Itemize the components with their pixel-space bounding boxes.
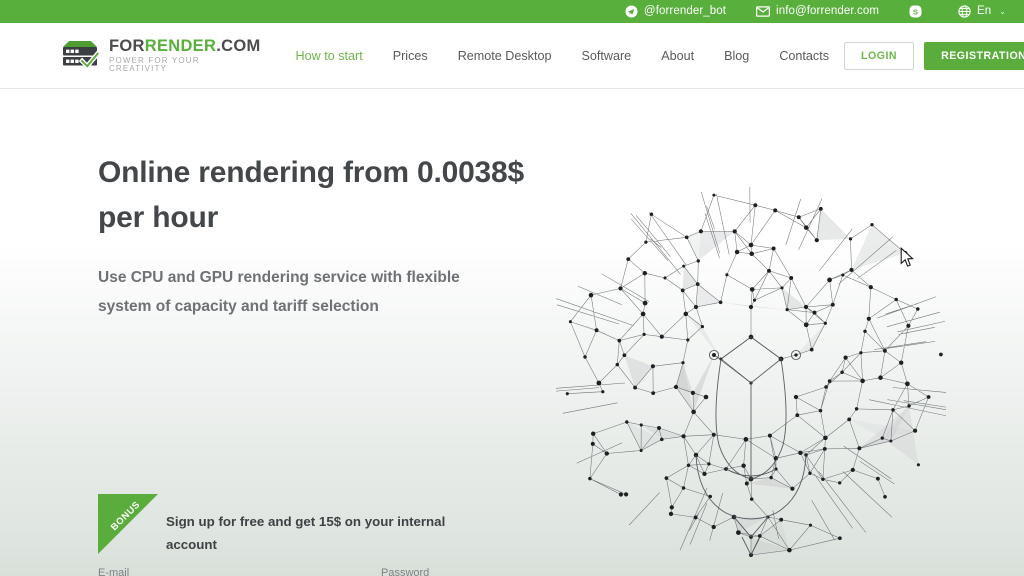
main-navigation: How to start Prices Remote Desktop Softw… [281,43,845,69]
hero-copy: Online rendering from 0.0038$ per hour U… [98,151,568,322]
logo-tagline: POWER FOR YOUR CREATIVITY [109,55,200,73]
nav-item-how-to-start[interactable]: How to start [281,43,378,69]
server-check-icon [60,38,101,73]
skype-icon: S [909,5,922,18]
logo-render: RENDER [144,37,217,56]
nav-item-remote-desktop[interactable]: Remote Desktop [443,43,567,69]
logo-dotcom: .COM [216,37,261,56]
mouse-cursor [900,246,914,273]
topbar-email-label: info@forrender.com [776,4,880,17]
topbar-item-telegram[interactable]: @forrender_bot [625,5,726,18]
topbar-language-selector[interactable]: En ⌄ [958,5,1006,18]
site-logo[interactable]: FORRENDER.COM POWER FOR YOUR CREATIVITY [60,38,261,73]
password-field-group: Password [381,567,646,576]
bonus-ribbon: BONUS [98,494,158,554]
topbar-language-label: En [977,4,992,17]
email-field-group: E-mail [98,567,363,576]
logo-wordmark: FORRENDER.COM [109,38,261,55]
email-label: E-mail [98,567,130,576]
nav-item-prices[interactable]: Prices [378,43,443,69]
logo-for: FOR [109,37,145,56]
bonus-description: Sign up for free and get 15$ on your int… [166,514,446,552]
chevron-down-icon: ⌄ [999,6,1006,16]
envelope-icon [756,6,771,17]
site-header: FORRENDER.COM POWER FOR YOUR CREATIVITY … [0,23,1024,89]
telegram-icon [625,5,638,18]
topbar-telegram-label: @forrender_bot [643,4,727,17]
topbar-item-email[interactable]: info@forrender.com [756,4,880,18]
hero-subtitle: Use CPU and GPU rendering service with f… [98,269,460,316]
bonus-banner: BONUS Sign up for free and get 15$ on yo… [98,494,548,557]
globe-icon [958,5,971,18]
nav-item-software[interactable]: Software [566,43,646,69]
login-button[interactable]: LOGIN [844,41,915,70]
page-title: Online rendering from 0.0038$ per hour [98,156,525,234]
low-poly-lion-illustration [556,187,946,569]
registration-form: E-mail Password Register [98,567,932,576]
nav-item-contacts[interactable]: Contacts [764,43,844,69]
registration-button[interactable]: REGISTRATION [924,41,1024,70]
nav-item-about[interactable]: About [646,43,709,69]
header-actions: LOGIN REGISTRATION [844,41,1024,70]
topbar-item-skype[interactable]: S [909,5,928,18]
password-label: Password [381,567,430,576]
svg-text:S: S [913,7,918,16]
nav-item-blog[interactable]: Blog [709,43,764,69]
hero-section: Online rendering from 0.0038$ per hour U… [0,89,1024,576]
utility-topbar: @forrender_bot info@forrender.com S En ⌄ [0,0,1024,23]
